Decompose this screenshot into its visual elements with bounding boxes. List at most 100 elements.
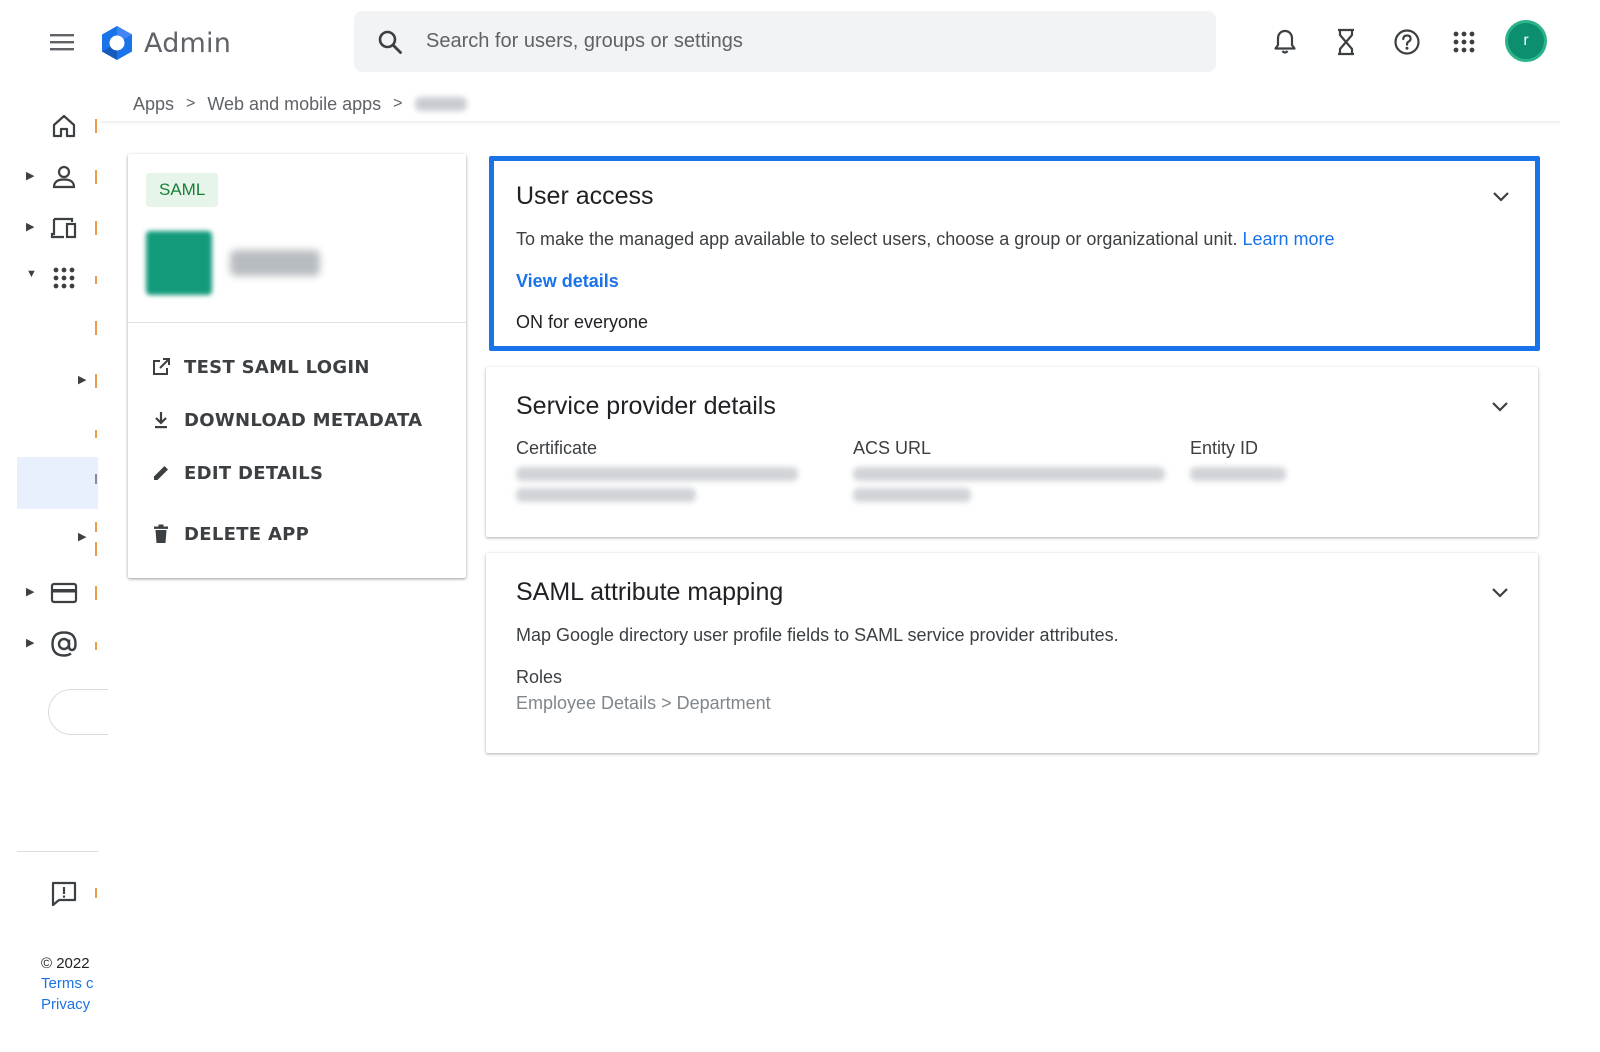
rail-subitem-expandable[interactable]: ▶ bbox=[0, 516, 100, 560]
rail-item-send-feedback[interactable] bbox=[0, 872, 100, 916]
at-sign-icon bbox=[48, 628, 80, 660]
rail-subitem[interactable] bbox=[0, 306, 100, 350]
avatar-initial: r bbox=[1523, 32, 1529, 49]
rail-label-clip bbox=[95, 542, 97, 556]
apps-grid-icon bbox=[1453, 31, 1475, 53]
saml-attribute-mapping-panel[interactable]: SAML attribute mapping Map Google direct… bbox=[486, 553, 1538, 753]
rail-item-apps[interactable]: ▼ bbox=[0, 256, 100, 300]
saml-mapping-title: SAML attribute mapping bbox=[516, 578, 784, 606]
breadcrumb-apps[interactable]: Apps bbox=[133, 94, 174, 115]
search-bar[interactable] bbox=[354, 11, 1216, 72]
chevron-down-icon[interactable] bbox=[1488, 581, 1512, 605]
roles-value: Employee Details > Department bbox=[516, 693, 771, 713]
notifications-button[interactable] bbox=[1267, 24, 1303, 60]
user-access-title: User access bbox=[516, 182, 654, 210]
expand-arrow-icon[interactable]: ▶ bbox=[26, 585, 38, 599]
certificate-value-redacted bbox=[516, 467, 798, 481]
rail-label-clip bbox=[95, 642, 97, 650]
privacy-link[interactable]: Privacy bbox=[41, 996, 90, 1013]
trash-icon bbox=[150, 523, 172, 545]
rail-item-account[interactable]: ▶ bbox=[0, 622, 100, 666]
view-details-link[interactable]: View details bbox=[516, 271, 619, 292]
rail-label-clip bbox=[95, 321, 97, 335]
app-summary-card: SAML TEST SAML LOGIN DOWNLOAD METADATA E… bbox=[128, 154, 466, 578]
chevron-down-icon[interactable] bbox=[1489, 185, 1513, 209]
acs-url-value-redacted bbox=[853, 488, 971, 502]
acs-url-label: ACS URL bbox=[853, 438, 932, 458]
download-metadata-label: DOWNLOAD METADATA bbox=[184, 409, 423, 431]
rail-item-devices[interactable]: ▶ bbox=[0, 206, 100, 250]
open-in-new-icon bbox=[150, 356, 172, 378]
rail-label-clip bbox=[95, 221, 97, 235]
certificate-label: Certificate bbox=[516, 438, 598, 458]
app-logo-redacted bbox=[146, 231, 212, 295]
rail-subitem-web-mobile-apps[interactable] bbox=[0, 460, 100, 504]
rail-label-clip bbox=[95, 170, 97, 184]
expand-arrow-icon[interactable]: ▶ bbox=[26, 636, 38, 650]
search-input[interactable] bbox=[426, 30, 1186, 53]
copyright-text: © 2022 bbox=[41, 955, 90, 972]
bell-icon bbox=[1274, 29, 1296, 54]
breadcrumb-web-mobile-apps[interactable]: Web and mobile apps bbox=[207, 94, 381, 115]
main-menu-button[interactable] bbox=[44, 24, 80, 60]
test-saml-login-button[interactable]: TEST SAML LOGIN bbox=[150, 351, 370, 383]
top-app-bar: Admin Search for users, groups or settin… bbox=[0, 0, 1600, 84]
rail-label-clip bbox=[95, 430, 97, 438]
person-icon bbox=[48, 161, 80, 193]
breadcrumb-separator: > bbox=[393, 95, 403, 112]
rail-subitem[interactable] bbox=[0, 412, 100, 456]
rail-show-more-pill[interactable] bbox=[48, 689, 108, 735]
rail-item-home[interactable] bbox=[0, 104, 100, 148]
expand-arrow-icon[interactable]: ▶ bbox=[78, 530, 90, 544]
user-access-description-text: To make the managed app available to sel… bbox=[516, 229, 1238, 249]
rail-label-clip bbox=[95, 586, 97, 600]
saml-badge: SAML bbox=[146, 173, 219, 207]
test-saml-login-label: TEST SAML LOGIN bbox=[184, 356, 370, 378]
entity-id-value-redacted bbox=[1190, 467, 1286, 481]
acs-url-value-redacted bbox=[853, 467, 1165, 481]
delete-app-label: DELETE APP bbox=[184, 523, 310, 545]
header-divider bbox=[100, 121, 1560, 125]
edit-details-button[interactable]: EDIT DETAILS bbox=[150, 457, 323, 489]
edit-details-label: EDIT DETAILS bbox=[184, 462, 324, 484]
saml-mapping-description: Map Google directory user profile fields… bbox=[516, 625, 1119, 645]
left-navigation-rail: ▶ ▶ ▼ ▶ ▶ ▶ ▶ © 2022 Terms c Privacy bbox=[0, 84, 108, 1052]
rail-label-clip bbox=[95, 522, 97, 532]
account-avatar[interactable]: r bbox=[1505, 20, 1547, 62]
delete-app-button[interactable]: DELETE APP bbox=[150, 518, 309, 550]
terms-link[interactable]: Terms c bbox=[41, 975, 94, 992]
chevron-down-icon[interactable] bbox=[1488, 395, 1512, 419]
service-provider-panel[interactable]: Service provider details Certificate ACS… bbox=[486, 367, 1538, 537]
rail-item-directory[interactable]: ▶ bbox=[0, 155, 100, 199]
expand-arrow-icon[interactable]: ▶ bbox=[78, 373, 90, 387]
rail-label-clip bbox=[95, 119, 97, 133]
help-button[interactable] bbox=[1389, 24, 1425, 60]
admin-logo[interactable]: Admin bbox=[98, 24, 231, 62]
app-name-redacted bbox=[230, 250, 320, 276]
download-metadata-button[interactable]: DOWNLOAD METADATA bbox=[150, 404, 422, 436]
help-circle-icon bbox=[1394, 29, 1420, 55]
rail-label-clip bbox=[95, 374, 97, 388]
hamburger-icon bbox=[50, 34, 74, 51]
rail-label-clip bbox=[95, 276, 97, 284]
pencil-icon bbox=[150, 462, 172, 484]
service-provider-title: Service provider details bbox=[516, 392, 776, 420]
expand-arrow-icon[interactable]: ▶ bbox=[26, 169, 38, 183]
expand-arrow-icon[interactable]: ▶ bbox=[26, 220, 38, 234]
hourglass-icon bbox=[1338, 28, 1354, 56]
tasks-button[interactable] bbox=[1328, 24, 1364, 60]
apps-launcher-button[interactable] bbox=[1446, 24, 1482, 60]
entity-id-label: Entity ID bbox=[1190, 438, 1259, 458]
rail-label-clip bbox=[95, 888, 97, 898]
user-access-panel[interactable]: User access To make the managed app avai… bbox=[489, 156, 1540, 351]
breadcrumb-current-app-redacted bbox=[414, 97, 467, 111]
card-divider bbox=[128, 322, 466, 323]
collapse-arrow-icon[interactable]: ▼ bbox=[26, 268, 38, 282]
rail-subitem-expandable[interactable]: ▶ bbox=[0, 359, 100, 403]
search-icon[interactable] bbox=[376, 28, 404, 56]
user-access-description: To make the managed app available to sel… bbox=[516, 229, 1335, 250]
rail-label-clip bbox=[95, 474, 97, 484]
rail-item-billing[interactable]: ▶ bbox=[0, 571, 100, 615]
credit-card-icon bbox=[48, 577, 80, 609]
learn-more-link[interactable]: Learn more bbox=[1242, 229, 1334, 249]
